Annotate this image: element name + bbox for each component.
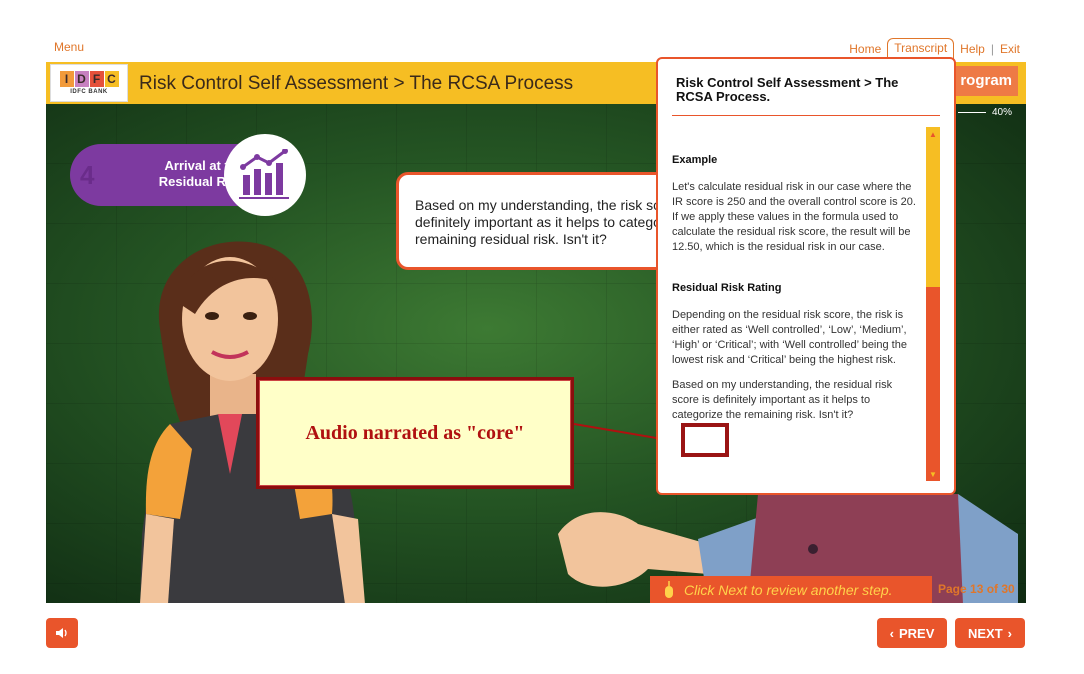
help-link[interactable]: Help [960,42,985,56]
bar-chart-icon [224,134,306,216]
hint-bar: Click Next to review another step. [650,576,932,603]
scroll-thumb[interactable] [926,141,940,287]
transcript-tab[interactable]: Transcript [887,38,955,59]
prev-label: PREV [898,625,935,641]
prev-button[interactable]: ‹ PREV [877,618,947,648]
progress-percent: 40% [991,107,1012,118]
next-label: NEXT [967,625,1003,641]
scroll-up-icon[interactable]: ▲ [926,127,940,141]
page-of: of [983,582,1002,596]
logo-letter: I [59,71,74,87]
page-indicator: Page 13 of 30 [938,582,1015,596]
transcript-heading: Example [672,154,718,166]
transcript-paragraph: Depending on the residual risk score, th… [672,309,907,366]
transcript-heading: Residual Risk Rating [672,282,782,294]
annotation-text: Audio narrated as "core" [305,422,525,444]
page-current: 13 [970,582,984,596]
annotation-callout: Audio narrated as "core" [256,377,574,489]
logo-subtitle: IDFC BANK [70,89,108,95]
highlight-box [681,423,729,457]
speaker-icon [56,628,67,638]
next-button[interactable]: NEXT › [955,618,1025,648]
step-number: 4 [80,160,95,190]
top-nav: Home Transcript Help | Exit [849,38,1020,59]
page-total: 30 [1001,582,1015,596]
menu-link[interactable]: Menu [54,40,84,54]
transcript-paragraph: Let's calculate residual risk in our cas… [672,181,916,253]
logo-letter: C [104,71,119,87]
hint-text: Click Next to review another step. [684,581,893,598]
home-link[interactable]: Home [849,42,881,56]
chevron-left-icon: ‹ [889,625,894,641]
transcript-divider [672,115,940,116]
audio-toggle-button[interactable] [46,618,78,648]
page-prefix: Page [938,582,971,596]
progress-bar-line [958,112,986,113]
transcript-scrollbar[interactable]: ▲ ▼ [926,127,940,481]
transcript-title: Risk Control Self Assessment > The RCSA … [676,75,899,104]
idfc-logo: I D F C IDFC BANK [50,64,128,102]
nav-separator: | [990,41,994,56]
chevron-right-icon: › [1007,625,1012,641]
mouse-click-icon [665,580,673,598]
scroll-down-icon[interactable]: ▼ [926,467,940,481]
logo-letter: D [74,71,89,87]
transcript-paragraph: Based on my understanding, the residual … [672,379,893,421]
exit-link[interactable]: Exit [1000,42,1020,56]
logo-letter: F [89,71,104,87]
page-title: Risk Control Self Assessment > The RCSA … [139,73,574,94]
